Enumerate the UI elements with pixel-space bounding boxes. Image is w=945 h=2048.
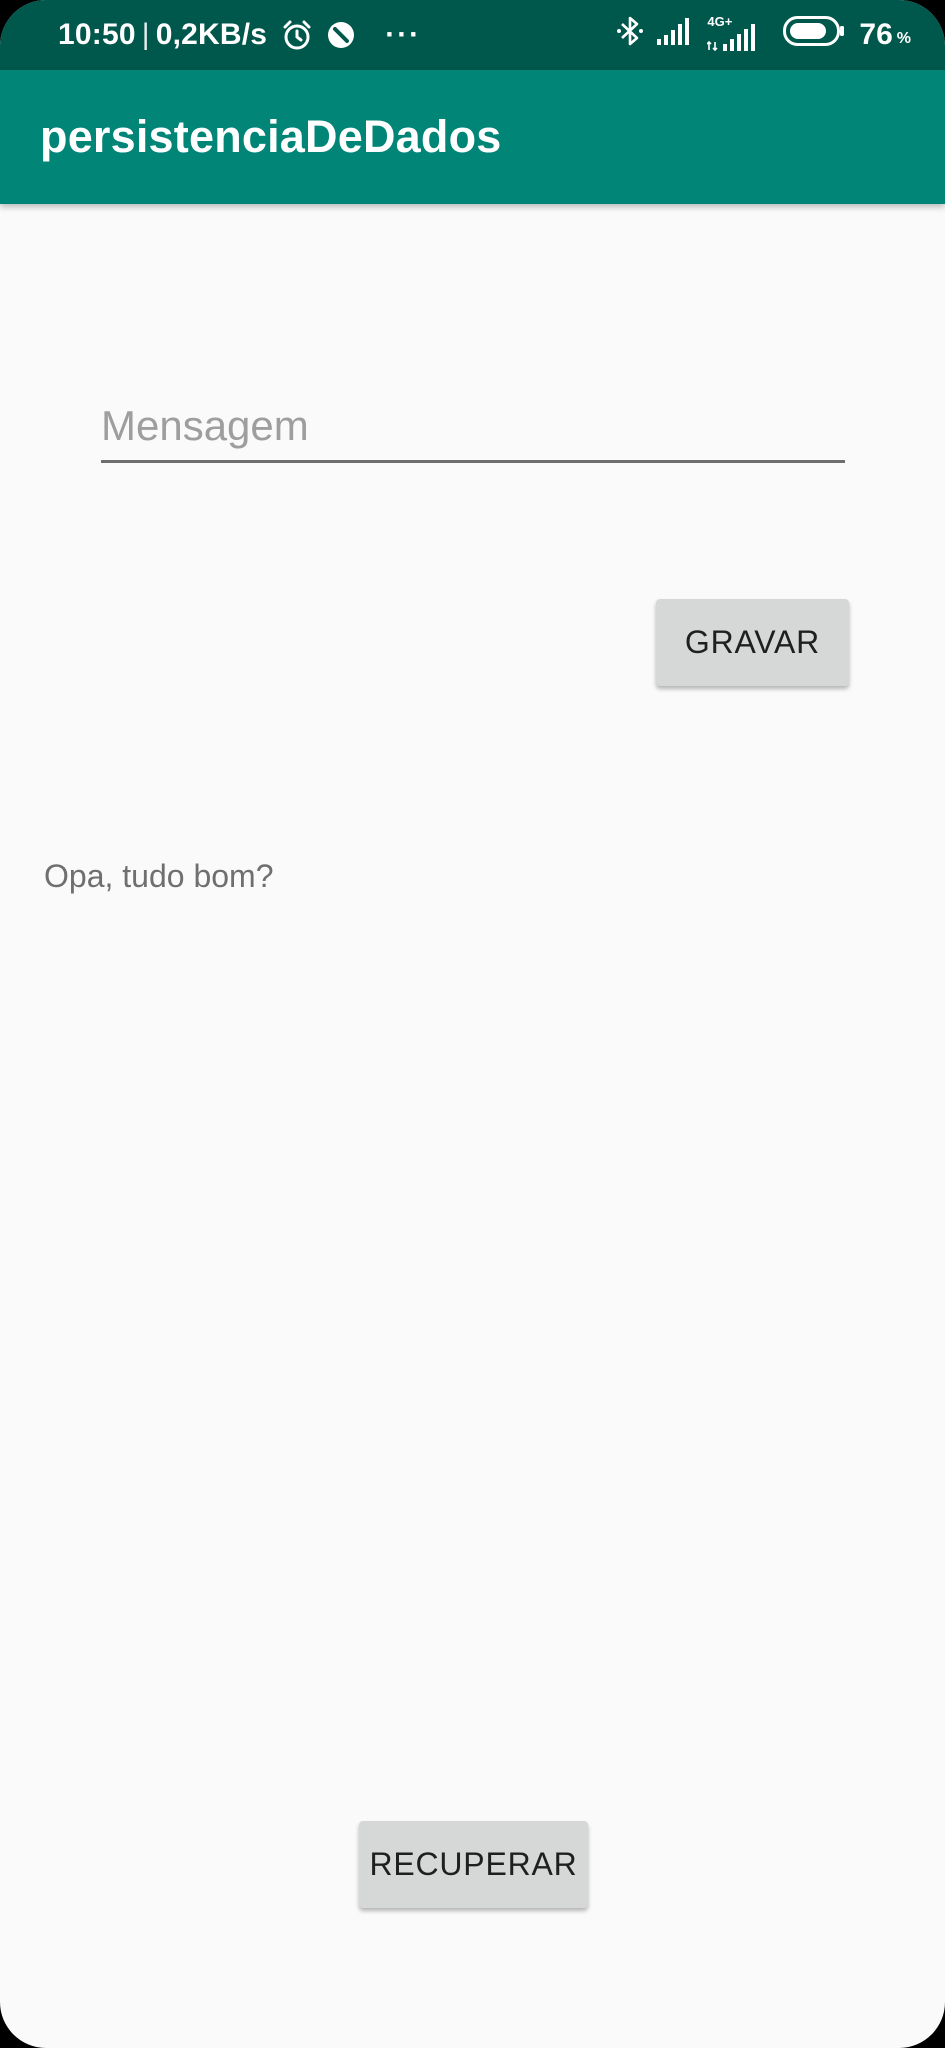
- signal-icon: [657, 17, 693, 53]
- status-time: 10:50: [58, 18, 136, 51]
- more-icon: ···: [385, 18, 422, 51]
- battery-unit: %: [896, 30, 911, 47]
- network-speed: 0,2KB/s: [155, 18, 268, 51]
- status-left: 10:50 | 0,2KB/s ···: [58, 0, 421, 70]
- signal-4g-icon: 4G+: [707, 14, 759, 52]
- app-title: persistenciaDeDados: [40, 111, 502, 162]
- save-button[interactable]: GRAVAR: [656, 599, 849, 686]
- alarm-icon: [281, 19, 313, 51]
- status-separator: |: [141, 18, 150, 51]
- status-bar: 10:50 | 0,2KB/s ··· 4G+ 76 %: [0, 0, 945, 70]
- battery-level: 76: [859, 18, 893, 51]
- retrieve-button[interactable]: RECUPERAR: [359, 1821, 588, 1908]
- app-bar: persistenciaDeDados: [0, 70, 945, 204]
- screen: 10:50 | 0,2KB/s ··· 4G+ 76 % persistenci…: [0, 0, 945, 2048]
- do-not-disturb-icon: [327, 21, 355, 49]
- retrieved-message-text: Opa, tudo bom?: [44, 858, 274, 894]
- battery-icon: [783, 16, 845, 54]
- message-input[interactable]: [101, 392, 845, 463]
- status-right: 4G+ 76 %: [617, 0, 911, 70]
- bluetooth-icon: [617, 14, 644, 56]
